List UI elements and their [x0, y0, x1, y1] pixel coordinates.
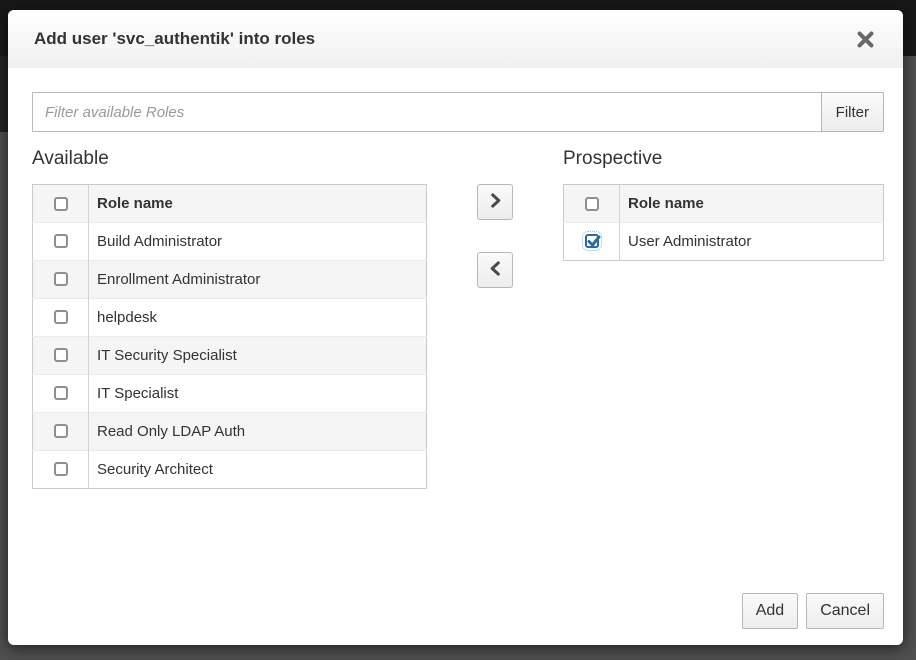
- chevron-left-icon: [488, 261, 503, 280]
- table-row: Enrollment Administrator: [33, 261, 427, 299]
- role-name-cell: helpdesk: [89, 299, 427, 337]
- checkbox-cell: [33, 261, 89, 299]
- row-checkbox[interactable]: [54, 310, 68, 324]
- role-name-cell: IT Security Specialist: [89, 337, 427, 375]
- available-heading: Available: [32, 147, 427, 171]
- checkbox-cell: [33, 223, 89, 261]
- checkbox-cell: [33, 299, 89, 337]
- table-header-row: Role name: [33, 185, 427, 223]
- prospective-heading: Prospective: [563, 147, 884, 171]
- checkbox-cell: [564, 223, 620, 261]
- move-right-button[interactable]: [477, 184, 513, 220]
- table-row: helpdesk: [33, 299, 427, 337]
- table-row: Security Architect: [33, 451, 427, 489]
- available-table: Role name Build AdministratorEnrollment …: [32, 184, 427, 489]
- close-icon: [856, 37, 875, 52]
- chevron-right-icon: [488, 193, 503, 212]
- checkbox-cell: [33, 451, 89, 489]
- transfer-controls: [427, 147, 563, 489]
- checkbox-cell: [33, 375, 89, 413]
- table-row: Build Administrator: [33, 223, 427, 261]
- table-row: User Administrator: [564, 223, 884, 261]
- modal-body: Filter Available Role name Build Adminis…: [8, 68, 903, 645]
- add-button[interactable]: Add: [742, 593, 798, 629]
- move-left-button[interactable]: [477, 252, 513, 288]
- filter-group: Filter: [32, 92, 884, 132]
- checkbox-header-cell: [564, 185, 620, 223]
- column-header: Role name: [620, 185, 884, 223]
- prospective-table: Role name User Administrator: [563, 184, 884, 261]
- available-column: Available Role name Build AdministratorE…: [32, 147, 427, 489]
- filter-input[interactable]: [32, 92, 822, 132]
- close-button[interactable]: [852, 26, 879, 53]
- cancel-button[interactable]: Cancel: [806, 593, 884, 629]
- modal-footer: Add Cancel: [742, 593, 884, 629]
- modal-header: Add user 'svc_authentik' into roles: [8, 10, 903, 68]
- filter-button[interactable]: Filter: [821, 92, 884, 132]
- row-checkbox[interactable]: [54, 462, 68, 476]
- prospective-column: Prospective Role name User Administrator: [563, 147, 884, 489]
- role-name-cell: Build Administrator: [89, 223, 427, 261]
- role-name-cell: Read Only LDAP Auth: [89, 413, 427, 451]
- table-row: IT Security Specialist: [33, 337, 427, 375]
- row-checkbox-checked[interactable]: [585, 234, 599, 248]
- role-name-cell: User Administrator: [620, 223, 884, 261]
- select-all-checkbox[interactable]: [54, 197, 68, 211]
- row-checkbox[interactable]: [54, 348, 68, 362]
- select-all-checkbox[interactable]: [585, 197, 599, 211]
- checkbox-cell: [33, 413, 89, 451]
- role-name-cell: Enrollment Administrator: [89, 261, 427, 299]
- row-checkbox[interactable]: [54, 234, 68, 248]
- table-row: Read Only LDAP Auth: [33, 413, 427, 451]
- row-checkbox[interactable]: [54, 424, 68, 438]
- transfer-columns: Available Role name Build AdministratorE…: [32, 147, 884, 489]
- modal-title: Add user 'svc_authentik' into roles: [34, 29, 315, 49]
- background-shade: [0, 56, 8, 132]
- row-checkbox[interactable]: [54, 272, 68, 286]
- row-checkbox[interactable]: [54, 386, 68, 400]
- checkbox-header-cell: [33, 185, 89, 223]
- checkbox-cell: [33, 337, 89, 375]
- role-name-cell: IT Specialist: [89, 375, 427, 413]
- table-header-row: Role name: [564, 185, 884, 223]
- add-roles-modal: Add user 'svc_authentik' into roles Filt…: [8, 10, 903, 645]
- role-name-cell: Security Architect: [89, 451, 427, 489]
- table-row: IT Specialist: [33, 375, 427, 413]
- column-header: Role name: [89, 185, 427, 223]
